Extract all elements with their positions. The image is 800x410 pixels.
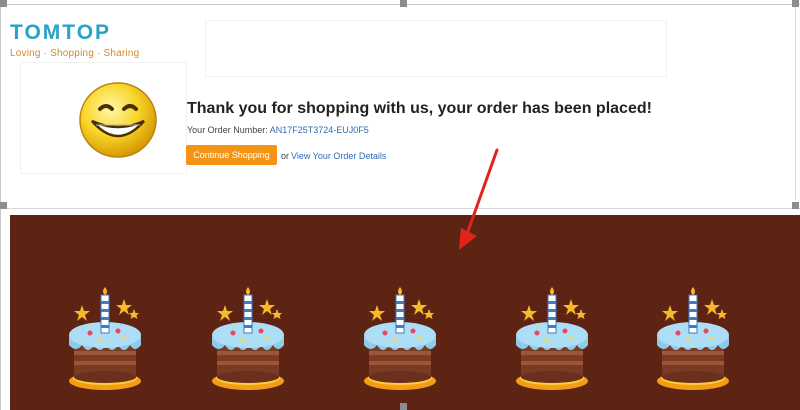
or-text: or bbox=[281, 151, 290, 161]
divider bbox=[0, 208, 800, 209]
resize-handle[interactable] bbox=[792, 0, 799, 7]
confirmation-title: Thank you for shopping with us, your ord… bbox=[187, 100, 652, 117]
order-number-value[interactable]: AN17F25T3724-EUJ0F5 bbox=[270, 125, 369, 135]
frame-border-right bbox=[795, 0, 796, 200]
birthday-cake-icon bbox=[648, 285, 738, 397]
birthday-cake-icon bbox=[507, 285, 597, 397]
smiley-face-icon bbox=[79, 82, 157, 158]
birthday-cake-icon bbox=[355, 285, 445, 397]
birthday-cake-icon bbox=[60, 285, 150, 397]
resize-handle[interactable] bbox=[400, 403, 407, 410]
order-confirmation-section: TOMTOP Loving · Shopping · Sharing Thank… bbox=[0, 0, 800, 210]
continue-shopping-button[interactable]: Continue Shopping bbox=[186, 145, 277, 165]
resize-handle[interactable] bbox=[0, 0, 7, 7]
resize-handle[interactable] bbox=[400, 0, 407, 7]
resize-handle[interactable] bbox=[792, 202, 799, 209]
view-order-details-link[interactable]: View Your Order Details bbox=[291, 151, 386, 161]
red-arrow-icon bbox=[459, 148, 499, 250]
order-number-line: Your Order Number: AN17F25T3724-EUJ0F5 bbox=[187, 125, 369, 135]
order-number-label: Your Order Number: bbox=[187, 125, 270, 135]
logo-title: TOMTOP bbox=[10, 21, 112, 44]
birthday-cake-icon bbox=[203, 285, 293, 397]
logo-tagline: Loving · Shopping · Sharing bbox=[10, 48, 140, 59]
background-placeholder bbox=[205, 20, 667, 77]
tomtop-logo[interactable]: TOMTOP Loving · Shopping · Sharing bbox=[10, 21, 140, 60]
resize-handle[interactable] bbox=[0, 202, 7, 209]
